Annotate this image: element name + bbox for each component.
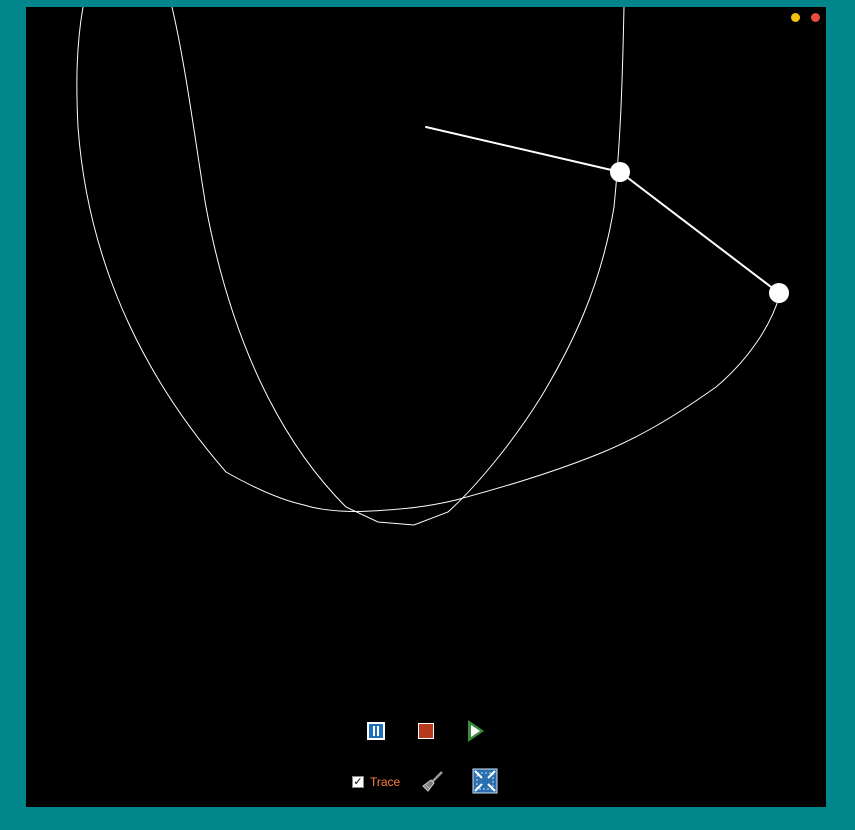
pendulum-bob-2 (769, 283, 789, 303)
pendulum-arm-1 (425, 126, 621, 173)
stop-button[interactable] (413, 718, 439, 744)
trace-path-outer-bob (76, 7, 781, 512)
trace-toggle[interactable]: ✓ Trace (352, 774, 400, 790)
minimize-dot[interactable] (791, 13, 800, 22)
pendulum-pivot (425, 126, 427, 128)
broom-icon (422, 771, 443, 792)
play-button[interactable] (463, 718, 489, 744)
pause-icon (367, 722, 385, 740)
trace-label[interactable]: Trace (370, 775, 400, 789)
simulation-window: ✓ Trace (26, 7, 826, 807)
simulation-canvas[interactable] (26, 7, 826, 807)
pendulum-bob-1 (610, 162, 630, 182)
pendulum-arm-2 (619, 171, 780, 294)
play-icon (468, 720, 484, 742)
trace-checkbox[interactable]: ✓ (352, 776, 364, 788)
trace-path-inner-bob (171, 7, 625, 526)
fit-to-screen-button[interactable] (472, 768, 498, 794)
fit-to-screen-icon (472, 768, 498, 794)
check-icon: ✓ (353, 775, 363, 788)
clear-trace-button[interactable] (420, 768, 446, 794)
pause-button[interactable] (363, 718, 389, 744)
stop-icon (418, 723, 434, 739)
close-dot[interactable] (811, 13, 820, 22)
